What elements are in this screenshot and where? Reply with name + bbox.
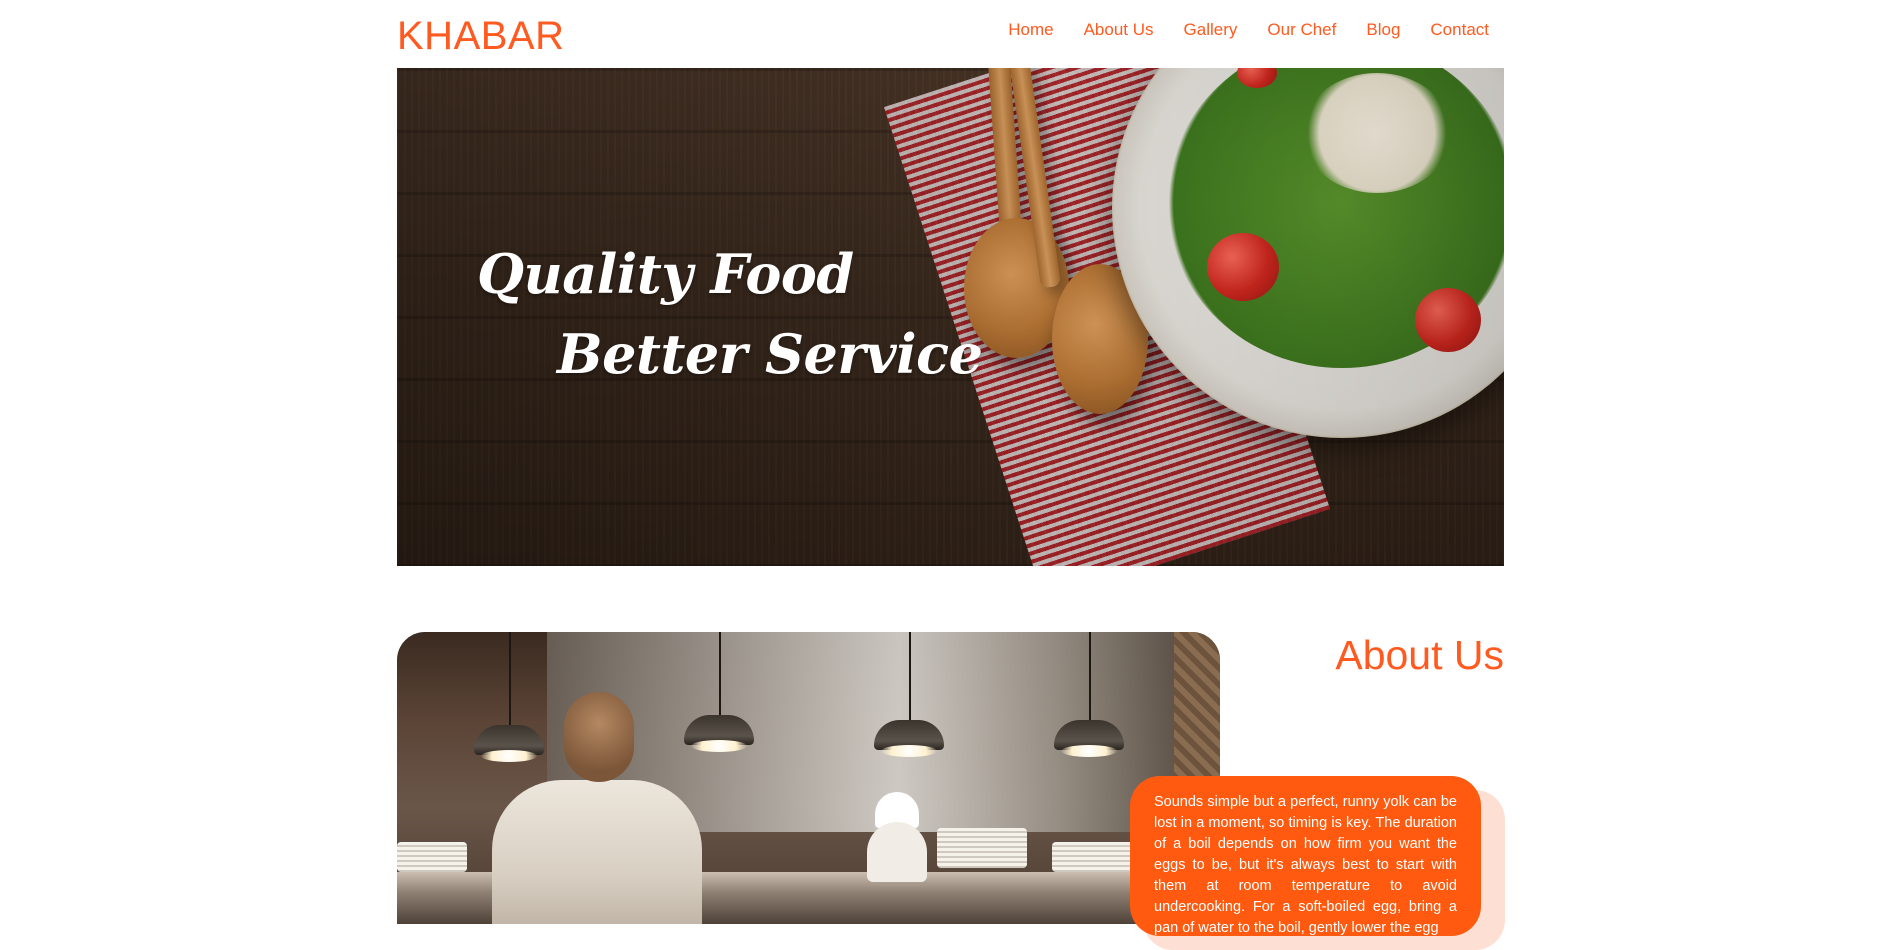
main-nav: Home About Us Gallery Our Chef Blog Cont… [1008, 20, 1489, 40]
site-header: KHABAR Home About Us Gallery Our Chef Bl… [397, 0, 1504, 68]
plate-stack-image [937, 828, 1027, 868]
about-card: Sounds simple but a perfect, runny yolk … [1130, 776, 1481, 936]
kitchen-photo [397, 632, 1220, 924]
lamp-cord [719, 632, 721, 717]
hero-headline-line1: Quality Food [477, 242, 854, 306]
site-logo[interactable]: KHABAR [397, 14, 565, 59]
plate-stack-image [397, 842, 467, 872]
hero-overlay [397, 68, 1504, 566]
nav-about-link[interactable]: About Us [1084, 20, 1154, 40]
chef-head-image [564, 692, 634, 782]
about-heading: About Us [1335, 632, 1504, 678]
lamp-light [481, 750, 537, 762]
nav-home-link[interactable]: Home [1008, 20, 1053, 40]
lamp-cord [509, 632, 511, 727]
chef-figure-image [492, 780, 702, 924]
lamp-light [691, 740, 747, 752]
about-description: Sounds simple but a perfect, runny yolk … [1154, 794, 1457, 936]
nav-chef-link[interactable]: Our Chef [1267, 20, 1336, 40]
page-container: KHABAR Home About Us Gallery Our Chef Bl… [397, 0, 1505, 950]
nav-contact-link[interactable]: Contact [1430, 20, 1489, 40]
lamp-cord [1089, 632, 1091, 722]
lamp-light [1061, 745, 1117, 757]
lamp-light [881, 745, 937, 757]
cook-figure-image [867, 822, 927, 882]
nav-gallery-link[interactable]: Gallery [1184, 20, 1238, 40]
lamp-cord [909, 632, 911, 722]
nav-blog-link[interactable]: Blog [1366, 20, 1400, 40]
hero-headline-line2: Better Service [557, 322, 983, 386]
hero-banner: Quality Food Better Service [397, 68, 1504, 566]
